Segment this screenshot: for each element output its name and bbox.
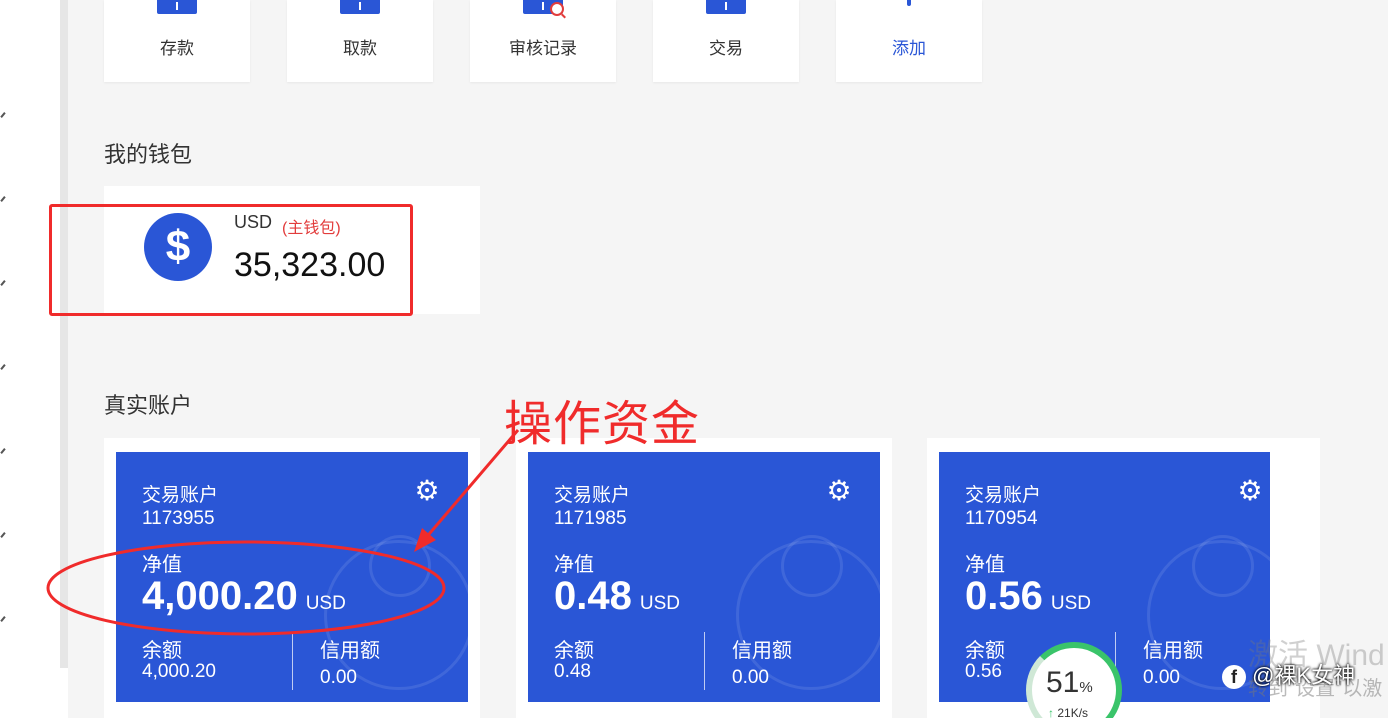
- speed-rate: ↑ 21K/s: [1048, 706, 1088, 718]
- equity-value: 0.56 USD: [965, 574, 1091, 619]
- equity-value: 4,000.20 USD: [142, 574, 346, 619]
- add-button[interactable]: 添加: [836, 0, 982, 82]
- accounts-section-title: 真实账户: [104, 393, 193, 418]
- balance-value: 4,000.20: [142, 661, 216, 682]
- trade-label: 交易: [709, 39, 743, 58]
- credit-value: 0.00: [732, 667, 769, 688]
- social-watermark: f @裸K女神: [1222, 658, 1355, 690]
- sidebar-chevron-icon[interactable]: [0, 112, 6, 118]
- equity-amount: 0.48: [554, 574, 632, 618]
- main-content: 存款 取款 审核记录 交易 添加 我的钱包 $ USD (主钱包) 35,323…: [68, 0, 1388, 718]
- plus-icon: [907, 0, 911, 6]
- upload-arrow-icon: ↑: [1048, 706, 1054, 718]
- equity-value: 0.48 USD: [554, 574, 680, 619]
- speed-percent-value: 51: [1046, 666, 1080, 699]
- account-number: 1173955: [142, 508, 215, 529]
- account-panel: 交易账户 1171985 ⚙ 净值 0.48 USD 余额 0.48 信用额 0.…: [528, 452, 880, 702]
- speed-rate-value: 21K/s: [1057, 706, 1089, 718]
- credit-label: 信用额: [732, 640, 792, 662]
- equity-amount: 0.56: [965, 574, 1043, 618]
- credit-label: 信用额: [1143, 640, 1203, 662]
- withdraw-label: 取款: [343, 39, 377, 58]
- balance-label: 余额: [965, 640, 1005, 662]
- account-panel: 交易账户 1173955 ⚙ 净值 4,000.20 USD 余额 4,000.2…: [116, 452, 468, 702]
- account-number: 1171985: [554, 508, 627, 529]
- sidebar-chevron-icon[interactable]: [0, 196, 6, 202]
- account-type-label: 交易账户: [554, 485, 631, 506]
- credit-value: 0.00: [320, 667, 357, 688]
- equity-label: 净值: [142, 554, 182, 576]
- equity-label: 净值: [965, 554, 1005, 576]
- account-card[interactable]: 交易账户 1173955 ⚙ 净值 4,000.20 USD 余额 4,000.2…: [104, 438, 480, 718]
- balance-label: 余额: [554, 640, 594, 662]
- balance-label: 余额: [142, 640, 182, 662]
- withdraw-button[interactable]: 取款: [287, 0, 433, 82]
- deposit-button[interactable]: 存款: [104, 0, 250, 82]
- account-type-label: 交易账户: [142, 485, 219, 506]
- wallet-section-title: 我的钱包: [104, 142, 193, 167]
- facebook-icon: f: [1222, 665, 1246, 690]
- equity-currency: USD: [305, 593, 346, 614]
- balance-value: 0.56: [965, 661, 1002, 682]
- trade-icon: [706, 0, 746, 14]
- review-records-label: 审核记录: [509, 39, 577, 58]
- equity-label: 净值: [554, 554, 594, 576]
- account-type-label: 交易账户: [965, 485, 1042, 506]
- deposit-icon: [157, 0, 197, 14]
- credit-label: 信用额: [320, 640, 380, 662]
- account-number: 1170954: [965, 508, 1038, 529]
- wallet-highlight-box: [49, 204, 413, 316]
- left-sidebar: [0, 0, 68, 718]
- sidebar-chevron-icon[interactable]: [0, 364, 6, 370]
- review-records-button[interactable]: 审核记录: [470, 0, 616, 82]
- gear-icon[interactable]: ⚙: [414, 477, 440, 505]
- social-handle: @裸K女神: [1252, 663, 1356, 688]
- divider: [292, 632, 293, 690]
- deposit-label: 存款: [160, 39, 194, 58]
- sidebar-chevron-icon[interactable]: [0, 616, 6, 622]
- speed-percent-sign: %: [1079, 679, 1093, 696]
- gear-icon[interactable]: ⚙: [826, 477, 852, 505]
- withdraw-icon: [340, 0, 380, 14]
- annotation-text: 操作资金: [504, 396, 701, 452]
- trade-button[interactable]: 交易: [653, 0, 799, 82]
- sidebar-scrollbar[interactable]: [60, 0, 68, 668]
- sidebar-chevron-icon[interactable]: [0, 532, 6, 538]
- add-label: 添加: [892, 39, 926, 58]
- credit-value: 0.00: [1143, 667, 1180, 688]
- equity-amount: 4,000.20: [142, 574, 298, 618]
- search-icon: [550, 2, 564, 16]
- speed-percent: 51%: [1046, 666, 1093, 700]
- equity-currency: USD: [1050, 593, 1091, 614]
- account-card[interactable]: 交易账户 1171985 ⚙ 净值 0.48 USD 余额 0.48 信用额 0.…: [516, 438, 892, 718]
- divider: [704, 632, 705, 690]
- sidebar-chevron-icon[interactable]: [0, 448, 6, 454]
- balance-value: 0.48: [554, 661, 591, 682]
- sidebar-chevron-icon[interactable]: [0, 280, 6, 286]
- gear-icon[interactable]: ⚙: [1237, 477, 1263, 505]
- equity-currency: USD: [639, 593, 680, 614]
